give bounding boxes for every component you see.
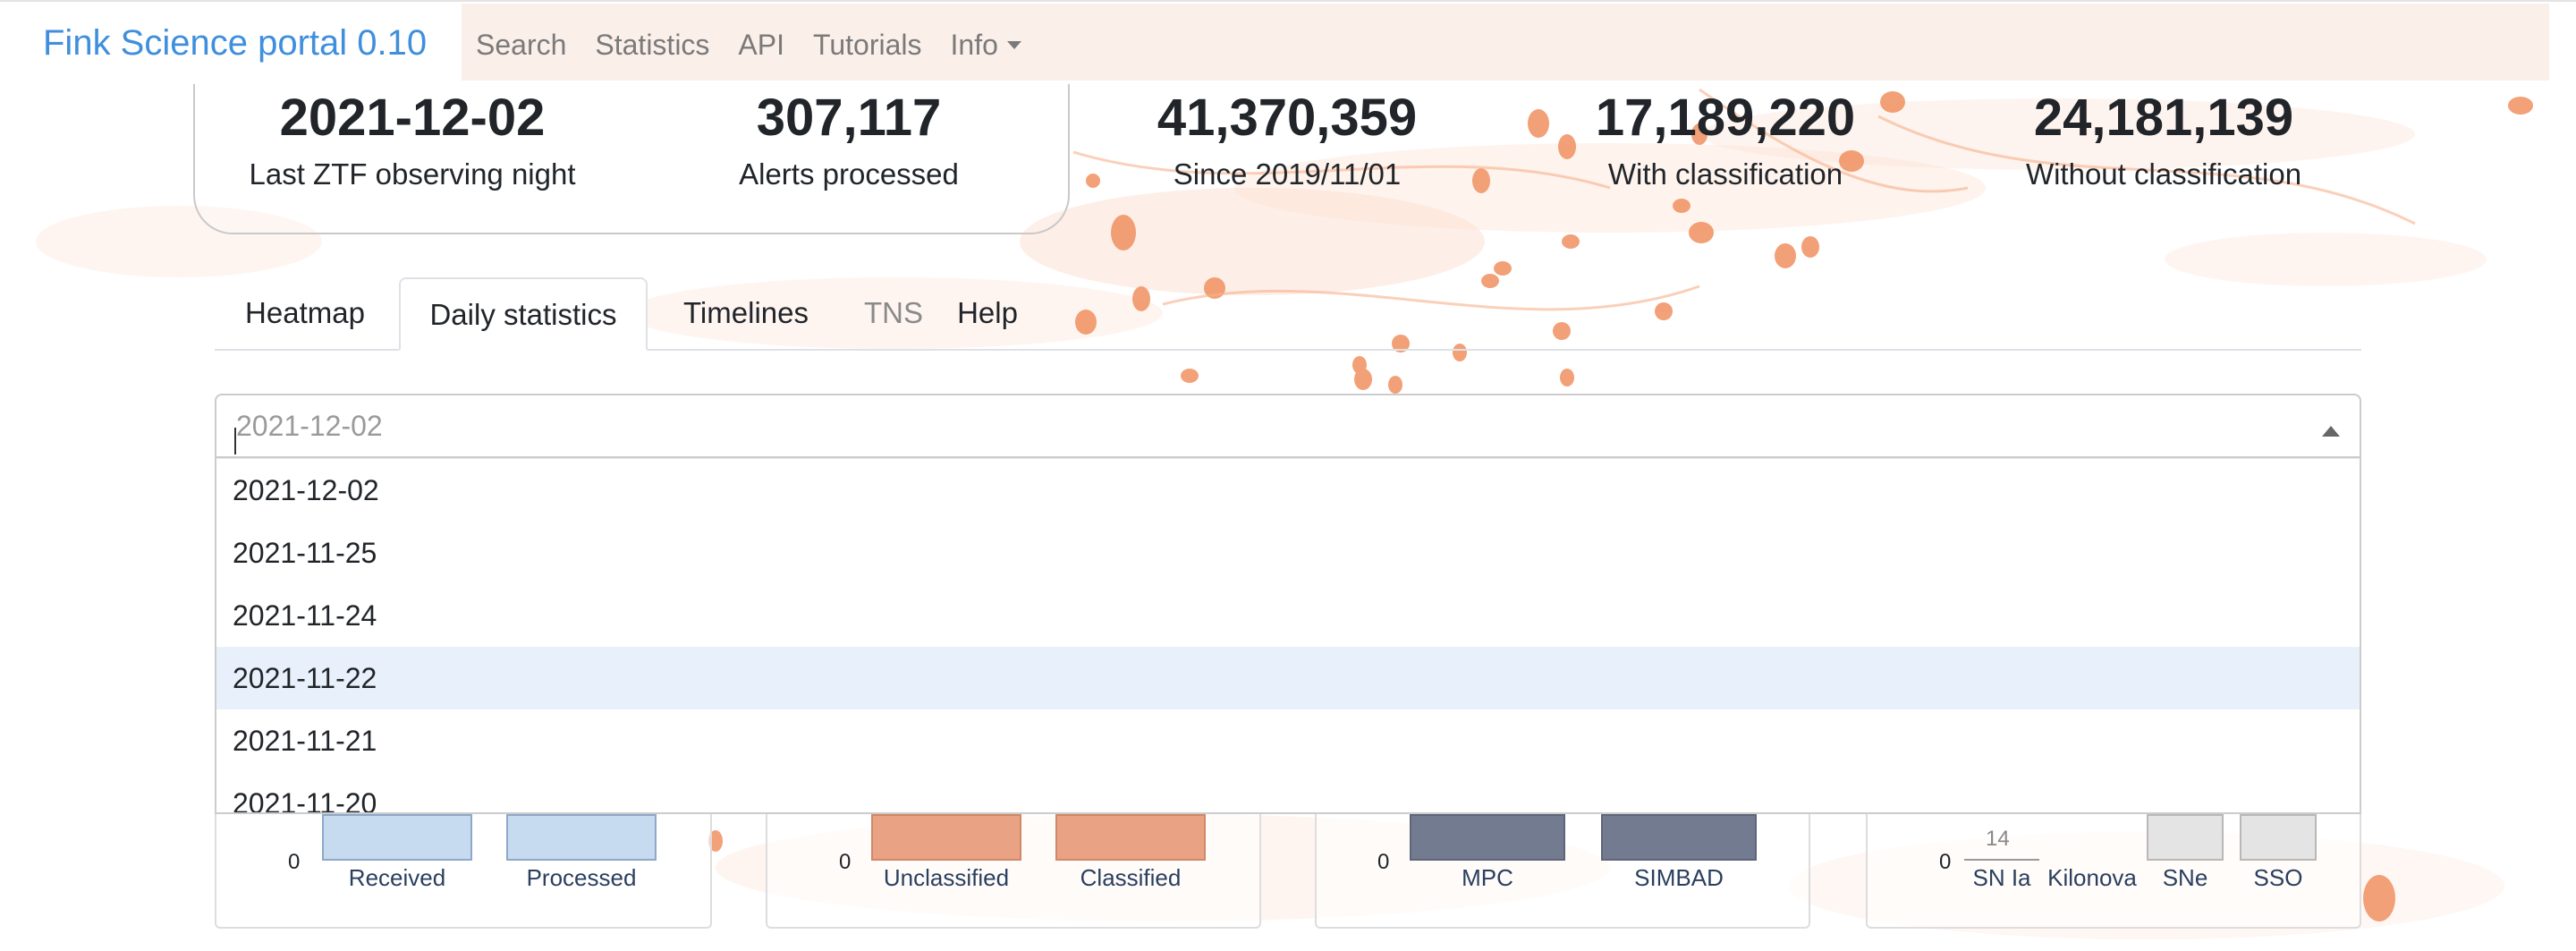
tab-daily-statistics[interactable]: Daily statistics (399, 277, 648, 351)
bar-received (322, 814, 472, 861)
date-select[interactable]: 2021-12-02 (215, 394, 2361, 458)
bar-label: Received (348, 864, 446, 891)
bar-label: MPC (1462, 864, 1513, 891)
nav-links: Search Statistics API Tutorials Info (476, 29, 1050, 62)
stat-label: Without classification (2025, 157, 2302, 191)
stat-value: 307,117 (756, 89, 942, 147)
date-option[interactable]: 2021-11-20 (216, 772, 2360, 812)
axis-zero-label: 0 (288, 850, 301, 874)
stat-last-night: 2021-12-02 Last ZTF observing night (193, 86, 631, 191)
tab-timelines[interactable]: Timelines (649, 277, 843, 349)
bar-simbad (1601, 814, 1757, 861)
stat-value: 2021-12-02 (279, 89, 546, 147)
date-select-placeholder: 2021-12-02 (236, 410, 383, 442)
brand-link[interactable]: Fink Science portal 0.10 (43, 23, 427, 64)
chevron-up-icon[interactable] (2322, 426, 2340, 437)
stat-alerts-processed: 307,117 Alerts processed (630, 86, 1068, 191)
stat-label: With classification (1607, 157, 1843, 191)
bar-value-label: 14 (1986, 827, 2010, 851)
nav-api[interactable]: API (738, 29, 784, 62)
bar-label: Classified (1080, 864, 1182, 891)
nav-search[interactable]: Search (476, 29, 566, 62)
nav-statistics[interactable]: Statistics (595, 29, 709, 62)
stat-since: 41,370,359 Since 2019/11/01 (1068, 86, 1506, 191)
text-cursor (234, 428, 236, 454)
bar-mpc (1410, 814, 1565, 861)
bar-sso (2240, 814, 2317, 861)
bar-unclassified (871, 814, 1021, 861)
bar-label: SN Ia (1972, 864, 2031, 891)
bar-label: SSO (2253, 864, 2303, 891)
navbar: Fink Science portal 0.10 Search Statisti… (0, 0, 2576, 84)
axis-zero-label: 0 (1377, 850, 1390, 874)
stat-with-classification: 17,189,220 With classification (1506, 86, 1945, 191)
date-option[interactable]: 2021-11-21 (216, 709, 2360, 772)
date-option-highlighted[interactable]: 2021-11-22 (216, 647, 2360, 709)
stat-without-classification: 24,181,139 Without classification (1945, 86, 2383, 191)
nav-tutorials[interactable]: Tutorials (813, 29, 922, 62)
chevron-down-icon (1006, 41, 1021, 49)
axis-zero-label: 0 (1939, 850, 1952, 874)
bar-processed (506, 814, 657, 861)
tab-heatmap[interactable]: Heatmap (215, 277, 395, 349)
nav-info-dropdown[interactable]: Info (951, 29, 1021, 62)
bar-label: SNe (2162, 864, 2208, 891)
bar-classified (1055, 814, 1206, 861)
stat-value: 17,189,220 (1595, 89, 1856, 147)
stat-label: Since 2019/11/01 (1173, 157, 1402, 191)
date-option[interactable]: 2021-12-02 (216, 459, 2360, 522)
stat-value: 41,370,359 (1157, 89, 1418, 147)
tab-tns: TNS (864, 296, 923, 329)
date-option[interactable]: 2021-11-25 (216, 522, 2360, 584)
bar-sne (2147, 814, 2224, 861)
stat-label: Last ZTF observing night (249, 157, 576, 191)
date-select-menu: 2021-12-02 2021-11-25 2021-11-24 2021-11… (215, 458, 2361, 814)
tab-bar: Heatmap Daily statistics Timelines TNS H… (215, 277, 2361, 351)
bar-label: Processed (526, 864, 637, 891)
bar-label: Kilonova (2047, 864, 2137, 891)
tab-help[interactable]: Help (941, 277, 1034, 349)
stat-label: Alerts processed (739, 157, 959, 191)
date-option[interactable]: 2021-11-24 (216, 584, 2360, 647)
axis-zero-label: 0 (839, 850, 852, 874)
bar-sn-ia (1964, 859, 2039, 861)
nav-info-label: Info (950, 29, 998, 61)
bar-label: SIMBAD (1634, 864, 1724, 891)
stat-value: 24,181,139 (2033, 89, 2294, 147)
bar-label: Unclassified (883, 864, 1010, 891)
